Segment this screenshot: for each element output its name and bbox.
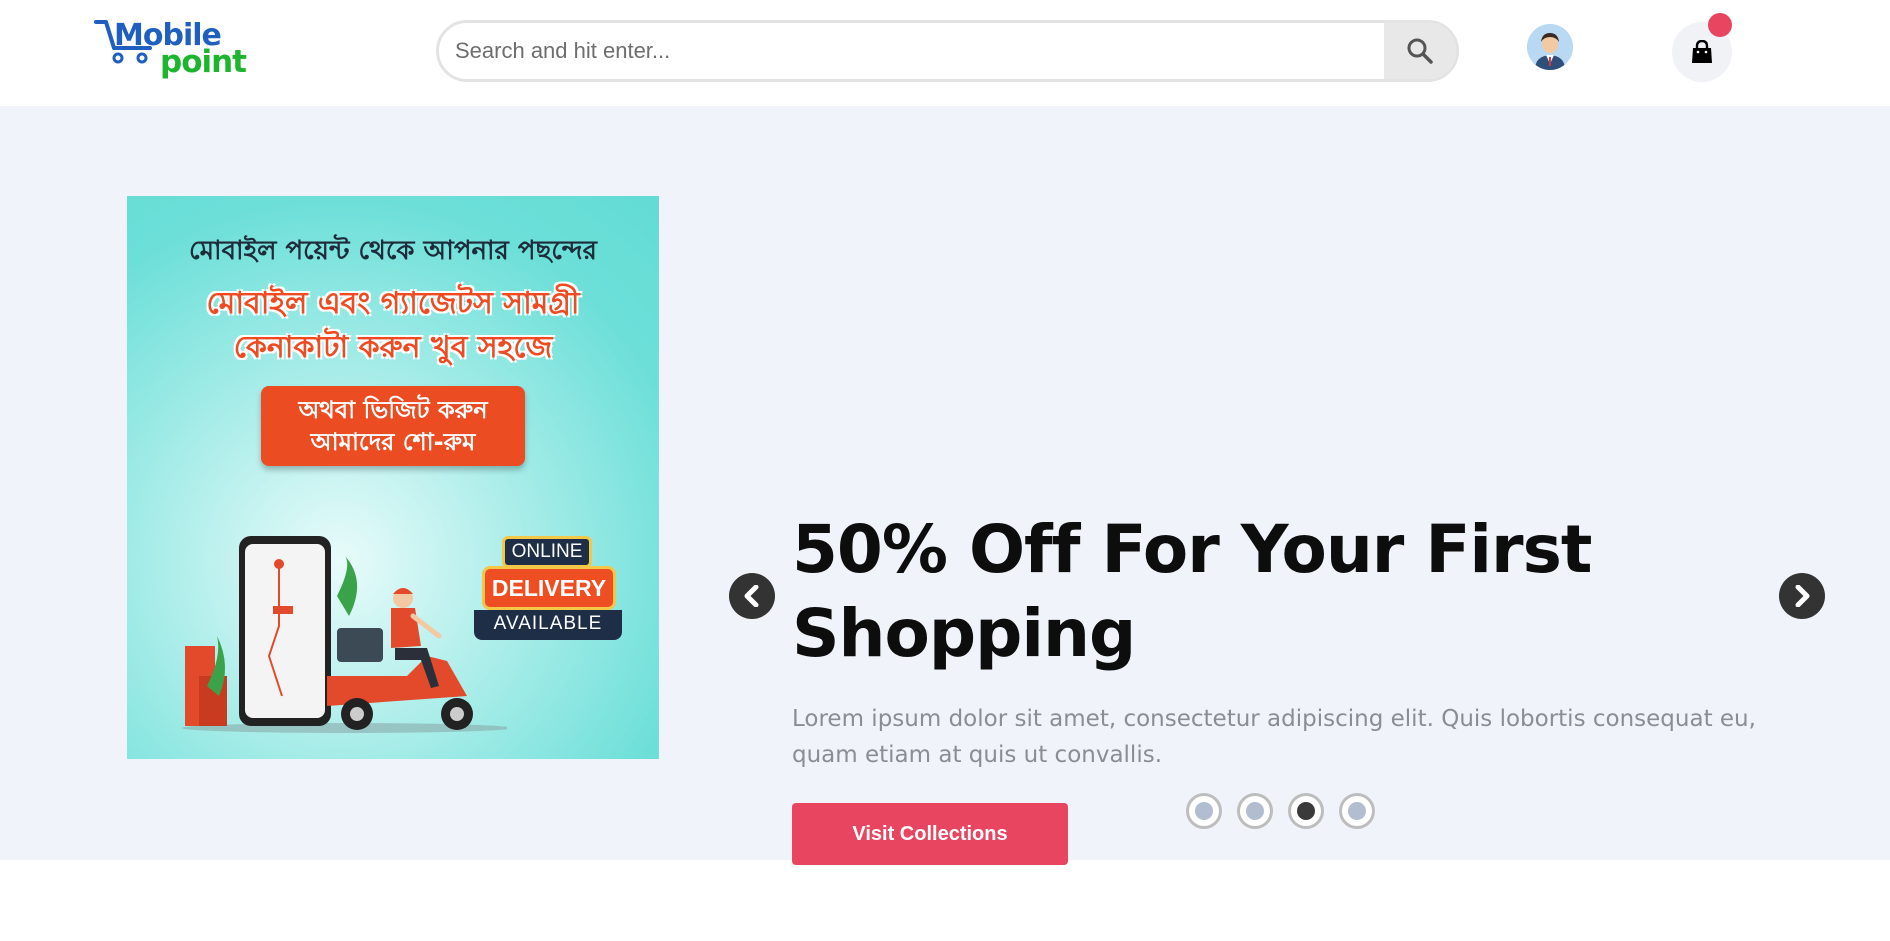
badge-online: ONLINE bbox=[502, 536, 592, 568]
logo[interactable]: Mobile point bbox=[94, 16, 247, 80]
promo-banner-image: মোবাইল পয়েন্ট থেকে আপনার পছন্দের মোবাইল… bbox=[127, 196, 659, 759]
banner-box-line-a: অথবা ভিজিট করুন bbox=[298, 396, 488, 424]
slider-dot-fill bbox=[1195, 802, 1213, 820]
banner-showroom-box: অথবা ভিজিট করুন আমাদের শো-রুম bbox=[261, 386, 525, 466]
hero-description: Lorem ipsum dolor sit amet, consectetur … bbox=[792, 706, 1756, 768]
search-button[interactable] bbox=[1384, 23, 1456, 79]
banner-line-2b: কেনাকাটা করুন খুব সহজে bbox=[233, 330, 553, 365]
search-icon bbox=[1407, 38, 1433, 64]
visit-collections-button[interactable]: Visit Collections bbox=[792, 803, 1068, 865]
slider-dot-fill bbox=[1246, 802, 1264, 820]
slider-dot-fill bbox=[1348, 802, 1366, 820]
avatar[interactable] bbox=[1527, 24, 1573, 70]
delivery-badge: ONLINE DELIVERY AVAILABLE bbox=[474, 536, 622, 640]
slider-dot-3[interactable] bbox=[1288, 793, 1324, 829]
slider-dot-4[interactable] bbox=[1339, 793, 1375, 829]
slider-dot-fill bbox=[1297, 802, 1315, 820]
user-avatar-icon bbox=[1527, 24, 1573, 70]
shopping-bag-icon bbox=[1692, 40, 1712, 63]
banner-line-2a: মোবাইল এবং গ্যাজেটস সামগ্রী bbox=[206, 286, 580, 321]
badge-available: AVAILABLE bbox=[474, 610, 622, 640]
banner-line-2: মোবাইল এবং গ্যাজেটস সামগ্রী কেনাকাটা করু… bbox=[127, 282, 659, 370]
slider-dot-2[interactable] bbox=[1237, 793, 1273, 829]
search-bar bbox=[436, 20, 1459, 82]
chevron-left-icon bbox=[744, 585, 759, 607]
slider-prev-button[interactable] bbox=[729, 573, 775, 619]
hero-title: 50% Off For Your First Shopping bbox=[792, 511, 1592, 672]
slider-next-button[interactable] bbox=[1779, 573, 1825, 619]
logo-text-point: point bbox=[160, 44, 247, 80]
banner-box-line-b: আমাদের শো-রুম bbox=[310, 428, 476, 456]
banner-line-1: মোবাইল পয়েন্ট থেকে আপনার পছন্দের bbox=[189, 236, 597, 266]
hero-slider: মোবাইল পয়েন্ট থেকে আপনার পছন্দের মোবাইল… bbox=[0, 106, 1890, 865]
cart-badge bbox=[1708, 13, 1732, 37]
badge-delivery: DELIVERY bbox=[482, 566, 616, 610]
search-input[interactable] bbox=[439, 23, 1387, 79]
chevron-right-icon bbox=[1795, 585, 1810, 607]
site-header: Mobile point bbox=[0, 0, 1890, 106]
slider-dots bbox=[1186, 793, 1376, 829]
delivery-illustration bbox=[182, 536, 507, 733]
slider-dot-1[interactable] bbox=[1186, 793, 1222, 829]
